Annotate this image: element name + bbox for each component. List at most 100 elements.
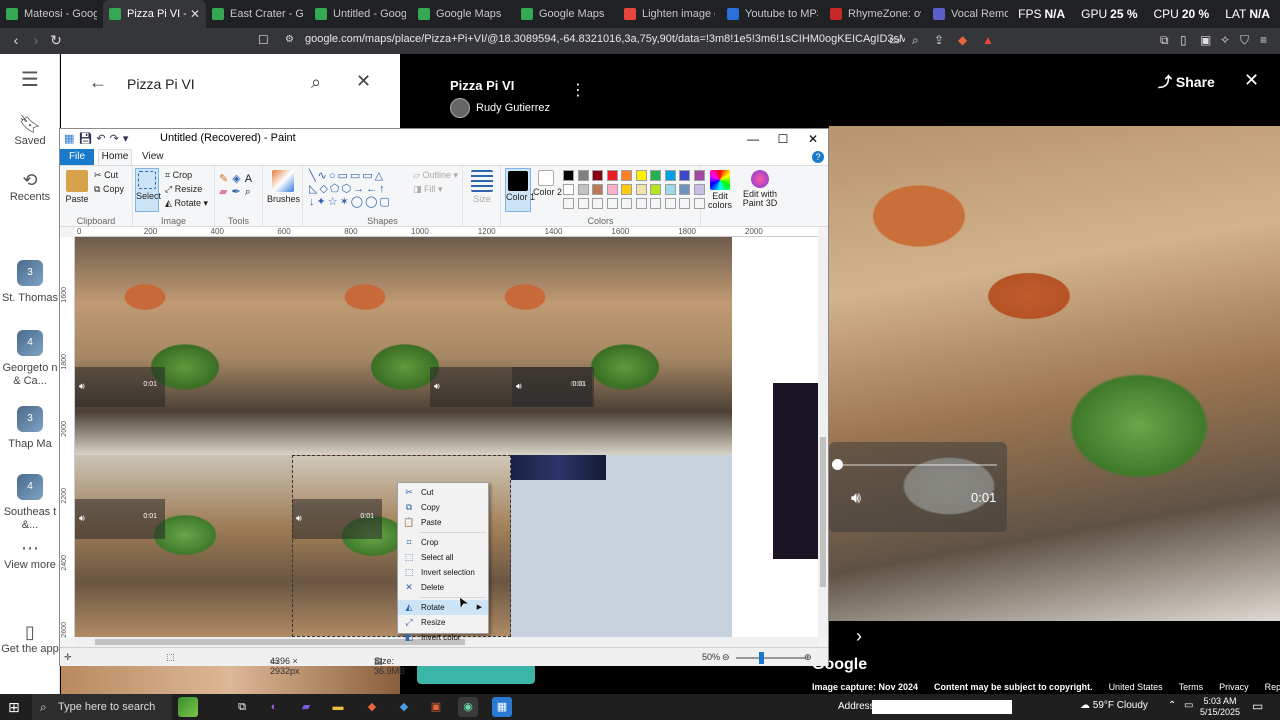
photo-author[interactable]: Rudy Gutierrez: [450, 98, 550, 118]
palette-swatch[interactable]: [664, 170, 676, 181]
notifications-icon[interactable]: ▭: [1252, 699, 1263, 713]
context-menu-item[interactable]: ⬚ Invert selection: [398, 565, 488, 580]
color2-button[interactable]: Color 2: [533, 170, 562, 197]
close-window-button[interactable]: ✕: [798, 129, 828, 149]
country-link[interactable]: United States: [1109, 682, 1163, 692]
zoom-icon[interactable]: ⌕: [912, 33, 919, 48]
color-picker-icon[interactable]: ✒: [231, 186, 244, 198]
canvas-image-bottom-left[interactable]: [75, 455, 292, 637]
palette-swatch[interactable]: [563, 184, 574, 195]
context-menu-item[interactable]: ⧉ Copy: [398, 500, 488, 515]
custom-color-slot[interactable]: [577, 198, 589, 209]
search-icon[interactable]: ⌕: [311, 72, 321, 93]
outline-button[interactable]: ▱ Outline ▾: [413, 170, 458, 181]
file-explorer-icon[interactable]: ▬: [328, 697, 348, 717]
vertical-scrollbar[interactable]: [818, 237, 828, 637]
palette-swatch[interactable]: [606, 184, 618, 195]
palette-swatch[interactable]: [563, 170, 574, 181]
edit-paint3d-button[interactable]: Edit with Paint 3D: [740, 170, 780, 208]
rotate-button[interactable]: ◭ Rotate ▾: [165, 198, 208, 209]
custom-color-slot[interactable]: [679, 198, 690, 209]
zoom-slider[interactable]: [736, 652, 806, 664]
custom-color-slot[interactable]: [664, 198, 676, 209]
browser-tab[interactable]: Google Maps: [412, 0, 515, 28]
undo-icon[interactable]: ↶: [96, 132, 105, 145]
terms-link[interactable]: Terms: [1179, 682, 1204, 692]
palette-swatch[interactable]: [693, 170, 705, 181]
tab-file[interactable]: File: [60, 149, 94, 165]
volume-icon[interactable]: 🔊︎: [851, 490, 861, 508]
close-viewer-icon[interactable]: ✕: [1244, 70, 1259, 91]
line-shape-icon[interactable]: ╲∿○▭▭▭△: [309, 170, 385, 182]
crop-button[interactable]: ⌗ Crop: [165, 170, 192, 181]
palette-swatch[interactable]: [679, 170, 690, 181]
share-button[interactable]: ⤴ Share: [1158, 72, 1215, 92]
install-icon[interactable]: ▭: [889, 33, 900, 47]
palette-swatch[interactable]: [577, 170, 589, 181]
address-bar[interactable]: google.com/maps/place/Pizza+Pi+VI/@18.30…: [305, 33, 905, 50]
report-problem-link[interactable]: Report a problem: [1265, 682, 1280, 692]
palette-swatch[interactable]: [606, 170, 618, 181]
tab-view[interactable]: View: [142, 149, 164, 165]
select-button[interactable]: Select: [135, 168, 161, 212]
bookmark-page-icon[interactable]: ☐: [258, 33, 269, 47]
rewards-icon[interactable]: ▲: [982, 33, 994, 47]
context-menu-item[interactable]: ⌗ Crop: [398, 535, 488, 550]
zoom-in-icon[interactable]: ⊕: [804, 652, 812, 663]
tray-overflow-icon[interactable]: ⌃: [1168, 700, 1176, 711]
context-menu-item[interactable]: ✂ Cut: [398, 485, 488, 500]
photo-video[interactable]: [829, 126, 1280, 621]
palette-swatch[interactable]: [621, 184, 632, 195]
app-icon[interactable]: ◉: [458, 697, 478, 717]
canvas-dark-block[interactable]: [773, 383, 818, 559]
palette-swatch[interactable]: [577, 184, 589, 195]
browser-tab[interactable]: Pizza Pi VI - Go ✕: [103, 0, 206, 28]
custom-color-slot[interactable]: [635, 198, 647, 209]
brave-browser-icon[interactable]: ◆: [362, 697, 382, 717]
context-menu-item[interactable]: ◭ Rotate ▶: [398, 600, 488, 615]
reload-icon[interactable]: ↻: [44, 32, 68, 49]
eraser-icon[interactable]: ▰: [219, 186, 231, 198]
shapes-gallery[interactable]: ╲∿○▭▭▭△ ◺◇⬠⬡→←↑ ↓✦☆✶◯◯▢: [309, 170, 392, 209]
color1-button[interactable]: Color 1: [505, 168, 535, 212]
rail-item[interactable]: ▯ Get the app: [0, 623, 60, 656]
rail-item[interactable]: 3 St. Thomas: [0, 260, 60, 305]
customize-qat-icon[interactable]: ▾: [123, 132, 129, 145]
vpn-icon[interactable]: ⛉: [1240, 33, 1249, 48]
copy-button[interactable]: ⧉ Copy: [94, 184, 124, 195]
place-info-card[interactable]: [417, 664, 535, 684]
address-toolbar-input[interactable]: [872, 700, 1012, 714]
rail-item[interactable]: 4 Georgeto n & Ca...: [0, 330, 60, 388]
custom-color-slot[interactable]: [592, 198, 603, 209]
size-button[interactable]: Size: [469, 170, 495, 204]
brave-shield-icon[interactable]: ◆: [958, 33, 967, 47]
vertical-scroll-thumb[interactable]: [820, 437, 826, 587]
canvas-dark-strip[interactable]: [511, 455, 606, 480]
palette-swatch[interactable]: [664, 184, 676, 195]
context-menu-item[interactable]: ◧ Invert color: [398, 630, 488, 645]
next-photo-icon[interactable]: ›: [856, 626, 862, 647]
task-view-icon[interactable]: ⧉: [232, 697, 252, 717]
custom-color-slot[interactable]: [650, 198, 661, 209]
context-menu-item[interactable]: 📋 Paste: [398, 515, 488, 530]
context-menu-item[interactable]: ⬚ Select all: [398, 550, 488, 565]
video-progress-track[interactable]: [837, 464, 997, 466]
close-icon[interactable]: ✕: [356, 71, 371, 92]
text-icon[interactable]: A: [245, 173, 256, 185]
browser-tab[interactable]: Youtube to MP3 Co: [721, 0, 824, 28]
resize-button[interactable]: ⤢ Resize: [165, 184, 202, 195]
pencil-icon[interactable]: ✎: [219, 173, 232, 185]
paint-app-icon[interactable]: ▦: [64, 132, 74, 145]
palette-swatch[interactable]: [635, 184, 647, 195]
canvas-image-top[interactable]: [75, 237, 732, 455]
polygon-shape-icon[interactable]: ◺◇⬠⬡→←↑: [309, 183, 387, 195]
browser-tab[interactable]: Mateosi - Google M: [0, 0, 103, 28]
network-icon[interactable]: ▭: [1184, 700, 1193, 711]
browser-tab[interactable]: East Crater - Goog: [206, 0, 309, 28]
sidebar-icon[interactable]: ▯: [1180, 33, 1187, 47]
menu-icon[interactable]: ≡: [1260, 33, 1267, 47]
palette-swatch[interactable]: [592, 170, 603, 181]
zoom-out-icon[interactable]: ⊖: [722, 652, 730, 663]
rail-item[interactable]: 3 Thap Ma: [0, 406, 60, 451]
landscape-app-icon[interactable]: [178, 697, 198, 717]
